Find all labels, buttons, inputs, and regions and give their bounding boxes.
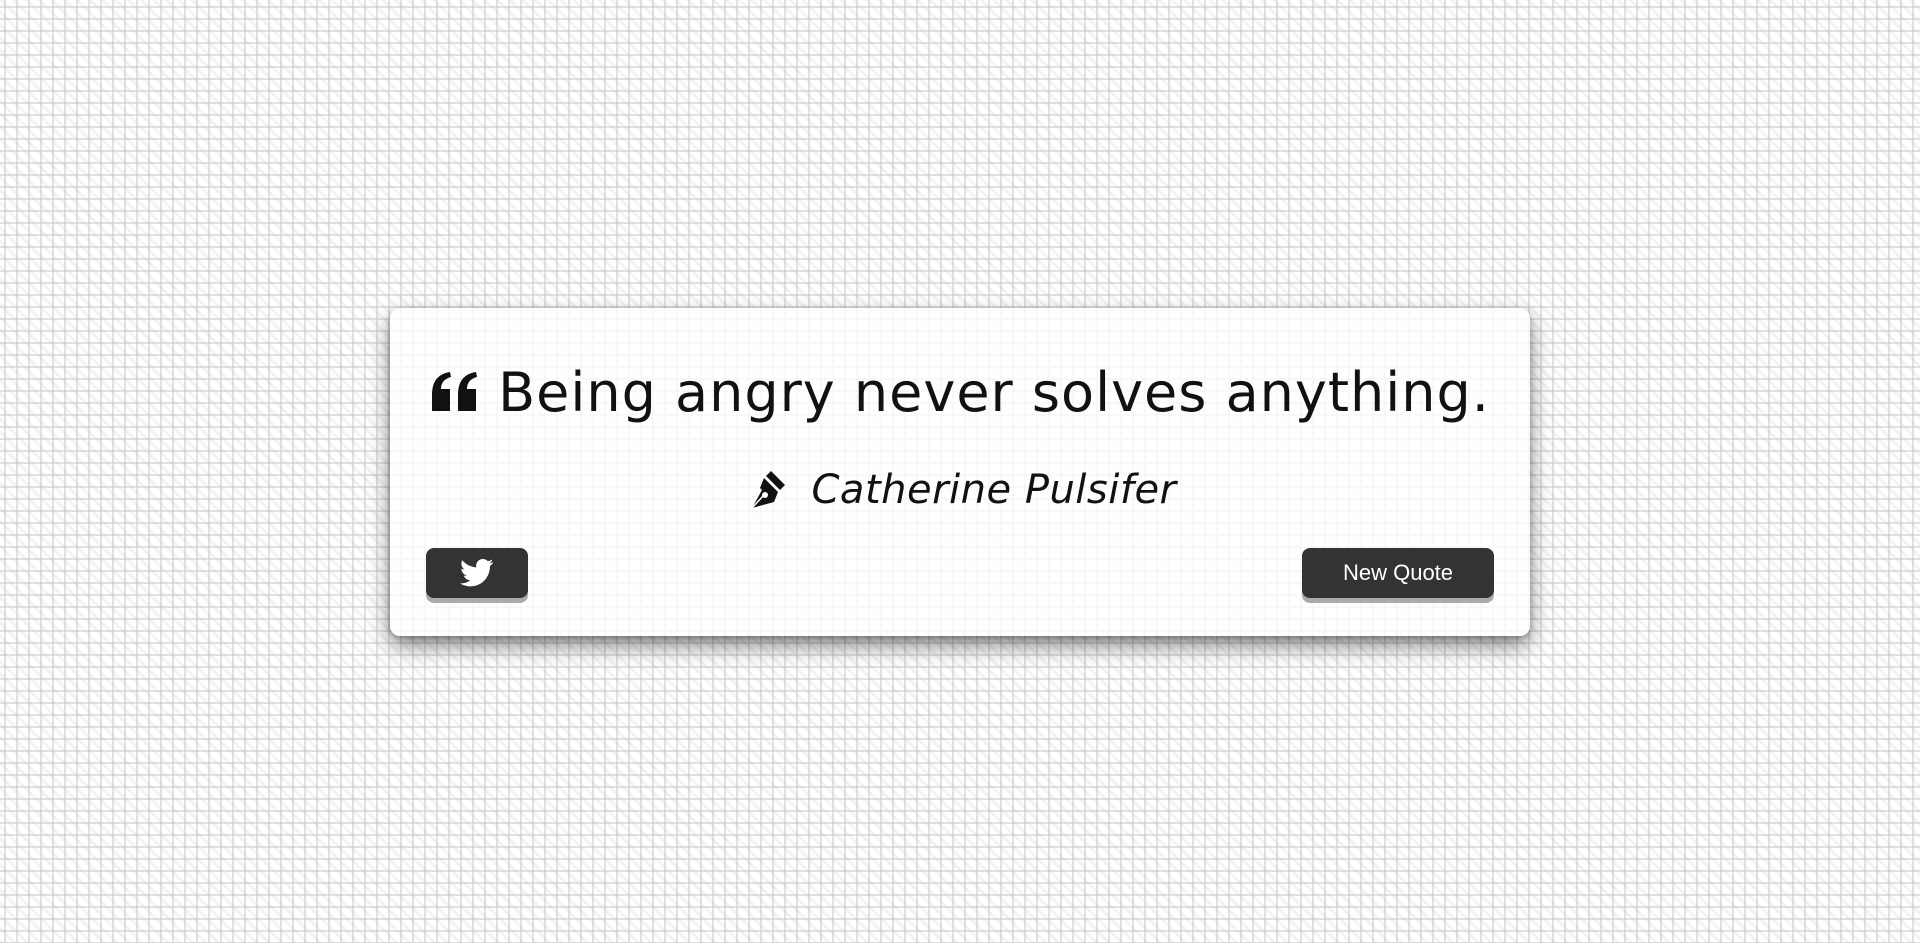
pen-nib-icon [744,468,788,512]
new-quote-button[interactable]: New Quote [1302,548,1494,598]
quote-left-icon [430,371,480,413]
quote-card: Being angry never solves anything. Cathe… [390,308,1530,636]
twitter-icon [460,558,494,588]
tweet-button[interactable] [426,548,528,598]
quote-row: Being angry never solves anything. [426,352,1494,432]
author-name: Catherine Pulsifer [811,467,1177,513]
author-row: Catherine Pulsifer [390,460,1530,520]
quote-text: Being angry never solves anything. [498,360,1490,424]
